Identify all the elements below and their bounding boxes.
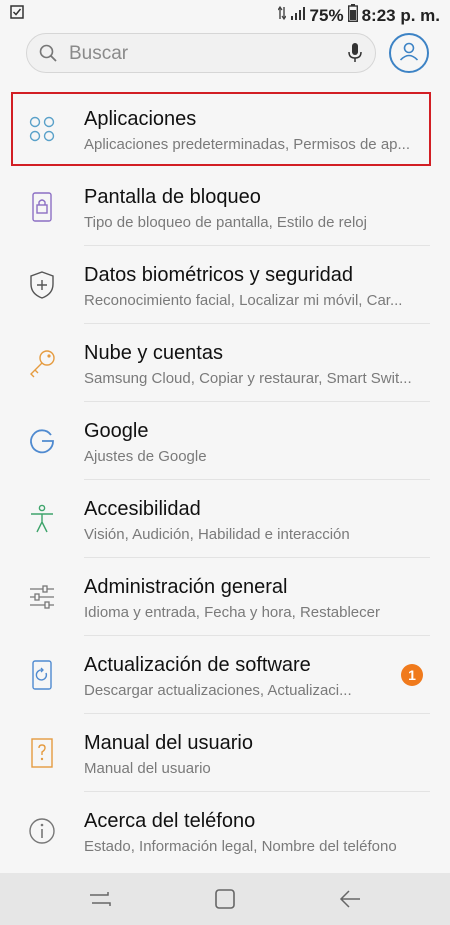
item-subtitle: Idioma y entrada, Fecha y hora, Restable…	[84, 604, 380, 621]
item-title: Google	[84, 420, 149, 442]
item-title: Nube y cuentas	[84, 342, 223, 364]
item-subtitle: Manual del usuario	[84, 760, 211, 777]
key-icon	[27, 348, 57, 378]
item-title: Accesibilidad	[84, 498, 201, 520]
settings-item-manual[interactable]: Manual del usuario Manual del usuario	[0, 714, 450, 792]
settings-item-pantalla-bloqueo[interactable]: Pantalla de bloqueo Tipo de bloqueo de p…	[0, 168, 450, 246]
search-bar[interactable]	[26, 33, 376, 73]
battery-icon	[347, 4, 358, 27]
item-title: Manual del usuario	[84, 732, 253, 754]
settings-item-actualizacion[interactable]: Actualización de software Descargar actu…	[0, 636, 450, 714]
settings-item-nube-cuentas[interactable]: Nube y cuentas Samsung Cloud, Copiar y r…	[0, 324, 450, 402]
info-icon	[27, 816, 57, 846]
apps-icon	[27, 114, 57, 144]
settings-item-biometricos[interactable]: Datos biométricos y seguridad Reconocimi…	[0, 246, 450, 324]
item-title: Actualización de software	[84, 654, 311, 676]
item-title: Aplicaciones	[84, 108, 197, 130]
update-icon	[27, 660, 57, 690]
item-title: Pantalla de bloqueo	[84, 186, 261, 208]
navigation-bar	[0, 873, 450, 925]
status-right: 75% 8:23 p. m.	[277, 4, 440, 27]
item-title: Datos biométricos y seguridad	[84, 264, 354, 286]
recent-apps-button[interactable]	[88, 887, 112, 911]
lock-icon	[27, 192, 57, 222]
search-box[interactable]	[26, 33, 376, 73]
search-input[interactable]	[67, 39, 331, 69]
item-subtitle: Estado, Información legal, Nombre del te…	[84, 838, 397, 855]
item-subtitle: Ajustes de Google	[84, 448, 207, 465]
sliders-icon	[27, 582, 57, 612]
accessibility-icon	[27, 504, 57, 534]
settings-item-accesibilidad[interactable]: Accesibilidad Visión, Audición, Habilida…	[0, 480, 450, 558]
item-subtitle: Samsung Cloud, Copiar y restaurar, Smart…	[84, 370, 412, 387]
notification-icon	[10, 4, 24, 25]
home-button[interactable]	[213, 887, 237, 911]
update-count-badge: 1	[401, 664, 423, 686]
settings-item-aplicaciones[interactable]: Aplicaciones Aplicaciones predeterminada…	[0, 90, 450, 168]
settings-item-google[interactable]: Google Ajustes de Google	[0, 402, 450, 480]
manual-icon	[27, 738, 57, 768]
settings-item-acerca[interactable]: Acerca del teléfono Estado, Información …	[0, 792, 450, 870]
status-bar: 75% 8:23 p. m.	[0, 0, 450, 28]
microphone-icon[interactable]	[347, 42, 363, 64]
settings-item-administracion[interactable]: Administración general Idioma y entrada,…	[0, 558, 450, 636]
item-subtitle: Visión, Audición, Habilidad e interacció…	[84, 526, 350, 543]
account-icon	[397, 39, 421, 68]
data-arrows-icon	[277, 5, 287, 26]
item-subtitle: Tipo de bloqueo de pantalla, Estilo de r…	[84, 214, 367, 231]
settings-list: Aplicaciones Aplicaciones predeterminada…	[0, 90, 450, 870]
google-icon	[27, 426, 57, 456]
item-subtitle: Reconocimiento facial, Localizar mi móvi…	[84, 292, 403, 309]
item-subtitle: Descargar actualizaciones, Actualizaci..…	[84, 682, 352, 699]
back-button[interactable]	[338, 887, 362, 911]
item-title: Acerca del teléfono	[84, 810, 256, 832]
battery-percent: 75%	[309, 5, 344, 25]
shield-icon	[27, 270, 57, 300]
search-icon	[39, 44, 57, 62]
clock: 8:23 p. m.	[361, 5, 440, 25]
profile-button[interactable]	[389, 33, 429, 73]
item-subtitle: Aplicaciones predeterminadas, Permisos d…	[84, 136, 411, 153]
item-title: Administración general	[84, 576, 288, 598]
signal-icon	[290, 5, 306, 26]
